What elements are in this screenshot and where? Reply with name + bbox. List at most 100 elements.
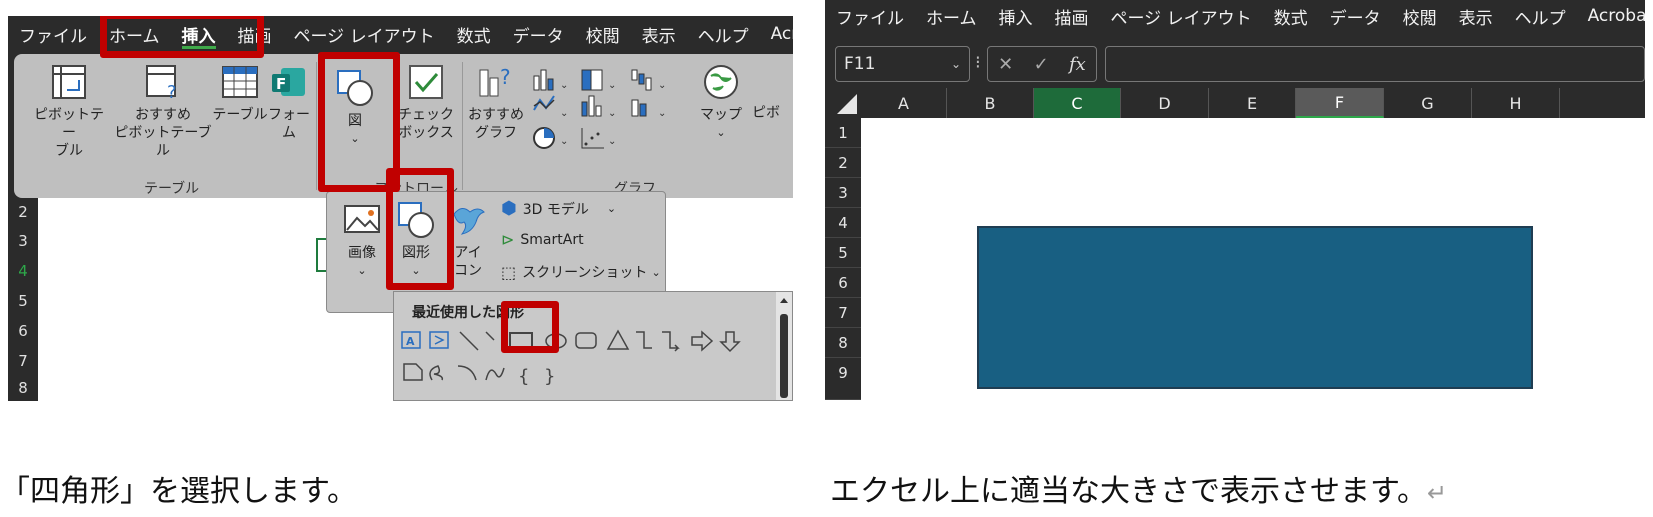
column-header-g[interactable]: G bbox=[1384, 88, 1472, 118]
waterfall-chart-icon bbox=[631, 69, 652, 91]
menu-view[interactable]: 表示 bbox=[631, 16, 687, 52]
recommended-pivot-button[interactable]: ? おすすめ ピボットテーブル bbox=[108, 62, 218, 160]
menu-insert[interactable]: 挿入 bbox=[988, 0, 1044, 34]
caption-left: 「四角形」を選択します。 bbox=[0, 474, 357, 509]
rectangle-shape[interactable] bbox=[977, 226, 1533, 389]
row-header-7[interactable]: 7 bbox=[8, 346, 38, 376]
menu-review[interactable]: 校閲 bbox=[575, 16, 631, 52]
column-header-row: A B C D E F G H bbox=[825, 88, 1645, 118]
chevron-down-icon: ⌄ bbox=[651, 265, 661, 279]
left-brace-icon: { bbox=[518, 366, 529, 387]
svg-text:⌄: ⌄ bbox=[658, 80, 666, 91]
menu-help[interactable]: ヘルプ bbox=[687, 16, 760, 52]
map-button[interactable]: マップ ⌄ bbox=[696, 62, 746, 142]
column-header-h[interactable]: H bbox=[1472, 88, 1560, 118]
menu-formulas[interactable]: 数式 bbox=[446, 16, 502, 52]
chevron-down-icon[interactable]: ⌄ bbox=[951, 57, 961, 71]
menu-help[interactable]: ヘルプ bbox=[1504, 0, 1577, 34]
hierarchy-chart-icon bbox=[581, 69, 603, 91]
recommended-chart-label: おすすめ グラフ bbox=[468, 107, 524, 141]
text-box-icon: A bbox=[401, 331, 421, 349]
column-header-e[interactable]: E bbox=[1209, 88, 1296, 118]
gallery-scrollbar[interactable] bbox=[776, 292, 792, 400]
menu-review[interactable]: 校閲 bbox=[1392, 0, 1448, 34]
row-header-9[interactable]: 9 bbox=[825, 358, 861, 400]
smartart-button[interactable]: ⊳ SmartArt bbox=[501, 230, 584, 249]
model3d-button[interactable]: ⬢ 3D モデル ⌄ bbox=[501, 198, 616, 219]
screenshot-button[interactable]: ⬚ スクリーンショット ⌄ bbox=[501, 262, 661, 282]
checkbox-button[interactable]: チェック ボックス bbox=[396, 62, 456, 142]
return-mark-icon: ↵ bbox=[1427, 479, 1448, 507]
freeform-icon bbox=[429, 365, 444, 381]
formula-input[interactable] bbox=[1105, 46, 1645, 82]
menu-draw[interactable]: 描画 bbox=[1044, 0, 1100, 34]
table-button[interactable]: テーブル bbox=[210, 62, 270, 124]
row-header-6[interactable]: 6 bbox=[825, 268, 861, 298]
formula-controls: ✕ ✓ fx bbox=[987, 46, 1097, 82]
ribbon-separator-2 bbox=[462, 62, 463, 190]
select-all-corner[interactable] bbox=[825, 88, 861, 118]
right-arrow-icon bbox=[691, 330, 714, 352]
row-header-1[interactable]: 1 bbox=[825, 118, 861, 148]
recommended-chart-button[interactable]: ? おすすめ グラフ bbox=[466, 62, 526, 142]
column-header-a[interactable]: A bbox=[861, 88, 947, 118]
scroll-thumb[interactable] bbox=[780, 314, 788, 398]
group-label-table: テーブル bbox=[144, 181, 200, 197]
row-header-6[interactable]: 6 bbox=[8, 316, 38, 346]
recommended-pivot-label: おすすめ ピボットテーブル bbox=[114, 107, 212, 159]
menu-file[interactable]: ファイル bbox=[8, 16, 98, 52]
forms-button[interactable]: F フォー ム bbox=[262, 62, 316, 142]
vertical-text-box-icon bbox=[429, 331, 449, 349]
more-icon[interactable]: ⁝ bbox=[975, 52, 981, 73]
column-header-d[interactable]: D bbox=[1121, 88, 1209, 118]
model3d-label: 3D モデル bbox=[522, 201, 589, 218]
svg-text:⌄: ⌄ bbox=[658, 108, 666, 119]
pivot-chart-label: ピボ bbox=[752, 105, 780, 121]
shape-grid[interactable]: A { } bbox=[398, 328, 768, 398]
name-box[interactable]: F11 ⌄ bbox=[835, 46, 970, 82]
row-header-3[interactable]: 3 bbox=[825, 178, 861, 208]
row-header-3[interactable]: 3 bbox=[8, 226, 38, 256]
image-label: 画像 bbox=[348, 245, 376, 261]
pivot-table-button[interactable]: ピボットテー ブル bbox=[28, 62, 110, 160]
insert-function-icon[interactable]: fx bbox=[1069, 54, 1086, 75]
chart-type-icons[interactable]: ⌄ ⌄ ⌄ ⌄ ⌄ ⌄ ⌄ ⌄ bbox=[530, 66, 690, 166]
menu-data[interactable]: データ bbox=[502, 16, 575, 52]
row-header-4[interactable]: 4 bbox=[825, 208, 861, 238]
line-icon bbox=[459, 331, 479, 351]
screenshot-label: スクリーンショット bbox=[522, 265, 648, 281]
row-header-8[interactable]: 8 bbox=[8, 376, 38, 401]
menu-page-layout[interactable]: ページ レイアウト bbox=[283, 16, 446, 52]
row-header-5[interactable]: 5 bbox=[825, 238, 861, 268]
enter-icon[interactable]: ✓ bbox=[1034, 54, 1049, 75]
rounded-corner-shape-icon bbox=[403, 363, 423, 381]
menu-formulas[interactable]: 数式 bbox=[1263, 0, 1319, 34]
menu-page-layout[interactable]: ページ レイアウト bbox=[1100, 0, 1263, 34]
row-header-5[interactable]: 5 bbox=[8, 286, 38, 316]
recommended-pivot-icon: ? bbox=[146, 65, 177, 102]
column-header-c[interactable]: C bbox=[1034, 88, 1121, 118]
row-header-7[interactable]: 7 bbox=[825, 298, 861, 328]
row-header-8[interactable]: 8 bbox=[825, 328, 861, 358]
menu-file[interactable]: ファイル bbox=[825, 0, 915, 34]
menu-acrobat[interactable]: Acrobat bbox=[1577, 0, 1645, 34]
right-menu-bar: ファイル ホーム 挿入 描画 ページ レイアウト 数式 データ 校閲 表示 ヘル… bbox=[825, 0, 1645, 34]
scroll-up-icon[interactable] bbox=[776, 292, 792, 308]
highlight-insert-draw bbox=[100, 16, 264, 58]
menu-home[interactable]: ホーム bbox=[915, 0, 988, 34]
down-arrow-icon bbox=[719, 331, 741, 353]
svg-text:⌄: ⌄ bbox=[560, 80, 568, 91]
combo-chart-icon bbox=[631, 99, 647, 117]
menu-view[interactable]: 表示 bbox=[1448, 0, 1504, 34]
row-header-2[interactable]: 2 bbox=[825, 148, 861, 178]
menu-data[interactable]: データ bbox=[1319, 0, 1392, 34]
svg-text:A: A bbox=[406, 335, 415, 348]
row-header-4[interactable]: 4 bbox=[8, 256, 38, 286]
cancel-icon[interactable]: ✕ bbox=[998, 54, 1013, 75]
image-button[interactable]: 画像 ⌄ bbox=[339, 200, 385, 280]
column-header-b[interactable]: B bbox=[947, 88, 1034, 118]
row-header-2[interactable]: 2 bbox=[8, 198, 38, 226]
menu-acrobat[interactable]: Acrob bbox=[760, 16, 793, 52]
column-header-f[interactable]: F bbox=[1296, 88, 1384, 118]
pivot-chart-button[interactable]: ピボ bbox=[752, 104, 792, 122]
